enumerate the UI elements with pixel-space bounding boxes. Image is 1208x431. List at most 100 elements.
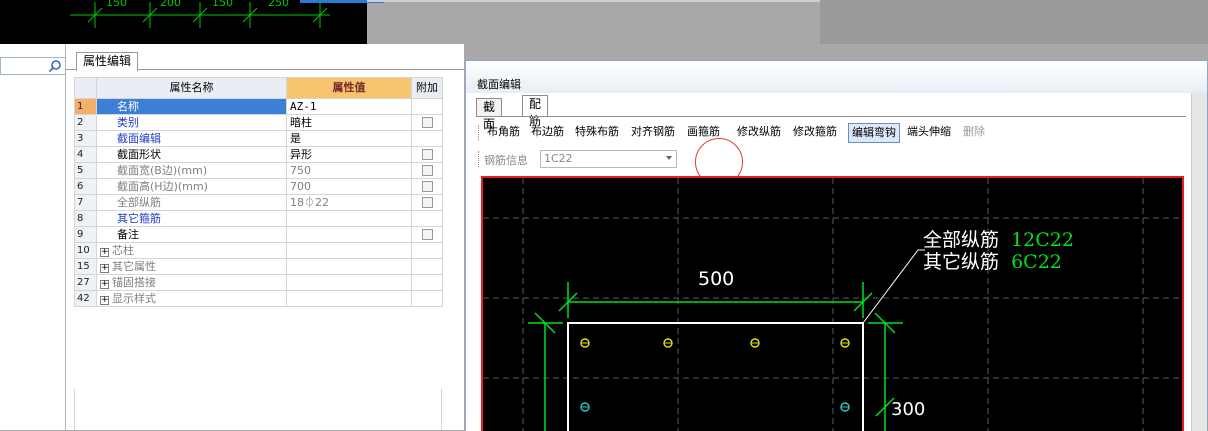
expand-plus-icon[interactable]: +	[100, 279, 109, 289]
table-row[interactable]: 3 截面编辑是	[74, 130, 443, 147]
section-editor-window: 截面编辑 截面 配筋 布角筋 布边筋 特殊布筋 对齐钢筋 画箍筋 修改纵筋 修改…	[465, 60, 1208, 431]
special-rebar-button[interactable]: 特殊布筋	[572, 123, 622, 143]
property-value[interactable]: 750	[286, 162, 412, 179]
table-row[interactable]: 42 + 显示样式	[74, 290, 443, 307]
corner-rebar-button[interactable]: 布角筋	[484, 123, 523, 143]
align-rebar-button[interactable]: 对齐钢筋	[628, 123, 678, 143]
property-extra	[411, 210, 443, 227]
expand-plus-icon[interactable]: +	[100, 295, 109, 305]
property-value[interactable]: 700	[286, 178, 412, 195]
table-row[interactable]: 27 + 锚固搭接	[74, 274, 443, 291]
attach-checkbox[interactable]	[421, 197, 433, 208]
search-icon[interactable]	[48, 59, 62, 73]
header-extra[interactable]: 附加	[411, 77, 443, 99]
tab-divider	[476, 116, 1186, 117]
section-drawing[interactable]: 500 300 全部纵筋 12C22 其它纵筋 6C22	[483, 178, 1184, 431]
property-value[interactable]: 18⏀22	[286, 194, 412, 211]
property-editor-panel: 属性编辑 属性名称 属性值 附加 1 名称 AZ-1 2 类别 暗柱 3 截面编辑是 4 截面形状…	[66, 44, 464, 430]
group-row-name[interactable]: + 锚固搭接	[96, 274, 287, 291]
row-index: 7	[74, 194, 97, 211]
attach-checkbox[interactable]	[421, 149, 433, 160]
search-input[interactable]	[0, 57, 66, 75]
delete-button[interactable]: 删除	[960, 123, 988, 143]
property-extra	[411, 274, 443, 291]
property-extra	[411, 146, 443, 163]
property-name[interactable]: 截面形状	[96, 146, 287, 163]
header-value[interactable]: 属性值	[286, 77, 412, 99]
property-name[interactable]: 名称	[96, 98, 287, 115]
property-extra	[411, 114, 443, 131]
tab-section[interactable]: 截面	[476, 98, 503, 131]
edit-hook-button[interactable]: 编辑弯钩	[848, 123, 900, 143]
table-row[interactable]: 5 截面宽(B边)(mm) 750	[74, 162, 443, 179]
dim-top-label: 500	[698, 268, 734, 290]
tab-reinforcement[interactable]: 配筋	[522, 95, 549, 128]
table-row[interactable]: 1 名称 AZ-1	[74, 98, 443, 115]
toolbar-grip[interactable]	[478, 125, 480, 141]
row-index: 4	[74, 146, 97, 163]
section-canvas[interactable]: 500 300 全部纵筋 12C22 其它纵筋 6C22	[481, 176, 1184, 431]
property-value[interactable]	[286, 226, 412, 243]
table-row[interactable]: 8 其它箍筋	[74, 210, 443, 227]
group-row-name[interactable]: + 显示样式	[96, 290, 287, 307]
section-editor-body: 截面 配筋 布角筋 布边筋 特殊布筋 对齐钢筋 画箍筋 修改纵筋 修改箍筋 编辑…	[466, 93, 1191, 431]
group-label: 其它属性	[112, 259, 156, 273]
property-value[interactable]: 暗柱	[286, 114, 412, 131]
end-stretch-button[interactable]: 端头伸缩	[904, 123, 954, 143]
property-value[interactable]: AZ-1	[286, 98, 412, 115]
expand-plus-icon[interactable]: +	[100, 247, 109, 257]
section-editor-title: 截面编辑	[466, 61, 1207, 93]
left-panel	[0, 44, 66, 430]
tab-property-edit[interactable]: 属性编辑	[76, 52, 139, 71]
attach-checkbox[interactable]	[421, 181, 433, 192]
expand-plus-icon[interactable]: +	[100, 263, 109, 273]
property-tabbar: 属性编辑	[66, 44, 464, 71]
modify-longitudinal-button[interactable]: 修改纵筋	[734, 123, 784, 143]
property-extra	[411, 242, 443, 259]
table-row[interactable]: 15 + 其它属性	[74, 258, 443, 275]
annotation-total: 全部纵筋 12C22	[923, 229, 1074, 251]
attach-checkbox[interactable]	[421, 117, 433, 128]
background-panel	[820, 0, 1208, 44]
background-cad-drawing: 150 200 150 250	[70, 0, 330, 28]
property-value[interactable]	[286, 210, 412, 227]
group-row-name[interactable]: + 芯柱	[96, 242, 287, 259]
table-row[interactable]: 4 截面形状 异形	[74, 146, 443, 163]
property-name[interactable]: 截面高(H边)(mm)	[96, 178, 287, 195]
cad-dim-4: 250	[268, 0, 289, 9]
rebar-row-grip[interactable]	[478, 151, 480, 167]
row-index: 5	[74, 162, 97, 179]
attach-checkbox[interactable]	[421, 229, 433, 240]
property-value[interactable]: 异形	[286, 146, 412, 163]
cad-dim-1: 150	[106, 0, 127, 9]
table-row[interactable]: 2 类别 暗柱	[74, 114, 443, 131]
property-name[interactable]: 备注	[96, 226, 287, 243]
table-row[interactable]: 6 截面高(H边)(mm) 700	[74, 178, 443, 195]
edge-rebar-button[interactable]: 布边筋	[528, 123, 567, 143]
table-row[interactable]: 9 备注	[74, 226, 443, 243]
property-name[interactable]: 其它箍筋	[96, 210, 287, 227]
property-value[interactable]: 是	[286, 130, 412, 147]
row-index: 6	[74, 178, 97, 195]
cad-dim-2: 200	[160, 0, 181, 9]
property-name[interactable]: 截面宽(B边)(mm)	[96, 162, 287, 179]
rebar-info-value: 1C22	[544, 152, 573, 165]
rebar-info-select[interactable]: 1C22	[540, 150, 677, 168]
table-row[interactable]: 7 全部纵筋 18⏀22	[74, 194, 443, 211]
property-name[interactable]: 类别	[96, 114, 287, 131]
property-extra	[411, 162, 443, 179]
group-label: 芯柱	[112, 243, 134, 257]
property-name[interactable]: 全部纵筋	[96, 194, 287, 211]
modify-stirrup-button[interactable]: 修改箍筋	[790, 123, 840, 143]
chevron-down-icon[interactable]	[666, 156, 672, 160]
row-index: 1	[74, 98, 97, 115]
group-row-name[interactable]: + 其它属性	[96, 258, 287, 275]
row-index: 2	[74, 114, 97, 131]
property-name[interactable]: 截面编辑	[96, 130, 287, 147]
table-row[interactable]: 10 + 芯柱	[74, 242, 443, 259]
attach-checkbox[interactable]	[421, 165, 433, 176]
header-name[interactable]: 属性名称	[96, 77, 287, 99]
background-cad-view: 150 200 150 250	[0, 0, 367, 44]
dim-right-label: 300	[891, 399, 925, 420]
property-extra	[411, 258, 443, 275]
